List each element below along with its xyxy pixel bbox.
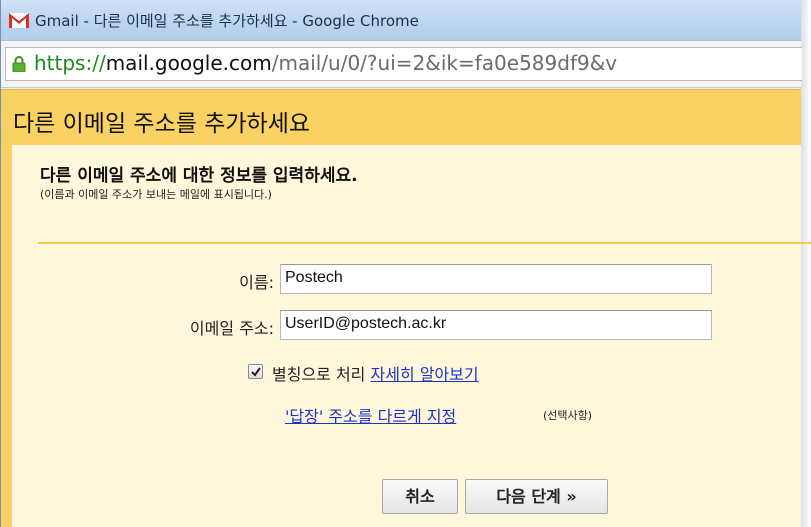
alias-checkbox[interactable] [248,364,263,379]
lock-icon[interactable] [12,56,26,73]
section-subtitle: (이름과 이메일 주소가 보내는 메일에 표시됩니다.) [40,188,272,201]
address-bar[interactable]: https://mail.google.com/mail/u/0/?ui=2&i… [5,47,802,81]
name-input[interactable]: Postech [280,264,712,294]
url-scheme: https:// [34,51,106,75]
url-path: /mail/u/0/?ui=2&ik=fa0e589df9&v [271,51,618,75]
dialog-header: 다른 이메일 주소를 추가하세요 [1,89,801,146]
learn-more-link[interactable]: 자세히 알아보기 [371,365,479,384]
dialog-title: 다른 이메일 주소를 추가하세요 [13,111,311,137]
checkmark-icon [251,367,261,377]
window-title: Gmail - 다른 이메일 주소를 추가하세요 - Google Chrome [35,12,419,30]
divider [38,242,811,244]
reply-to-link[interactable]: '답장' 주소를 다르게 지정 [285,403,456,427]
toolbar: https://mail.google.com/mail/u/0/?ui=2&i… [1,41,802,88]
cancel-button[interactable]: 취소 [382,479,458,514]
email-input[interactable]: UserID@postech.ac.kr [280,310,712,340]
section-title: 다른 이메일 주소에 대한 정보를 입력하세요. [40,166,358,186]
email-label: 이메일 주소: [189,319,274,338]
name-label: 이름: [239,273,274,292]
browser-window: Gmail - 다른 이메일 주소를 추가하세요 - Google Chrome… [0,0,811,527]
url-text[interactable]: https://mail.google.com/mail/u/0/?ui=2&i… [34,51,617,75]
url-host: mail.google.com [105,51,272,75]
dialog-body: 다른 이메일 주소에 대한 정보를 입력하세요. (이름과 이메일 주소가 보내… [1,145,811,527]
alias-row: 별칭으로 처리 자세히 알아보기 [272,361,479,385]
optional-note: (선택사항) [543,409,593,422]
title-bar[interactable]: Gmail - 다른 이메일 주소를 추가하세요 - Google Chrome [1,0,801,41]
alias-label: 별칭으로 처리 [272,365,366,384]
gmail-logo-icon [9,13,29,28]
next-step-button[interactable]: 다음 단계 » [465,479,608,514]
